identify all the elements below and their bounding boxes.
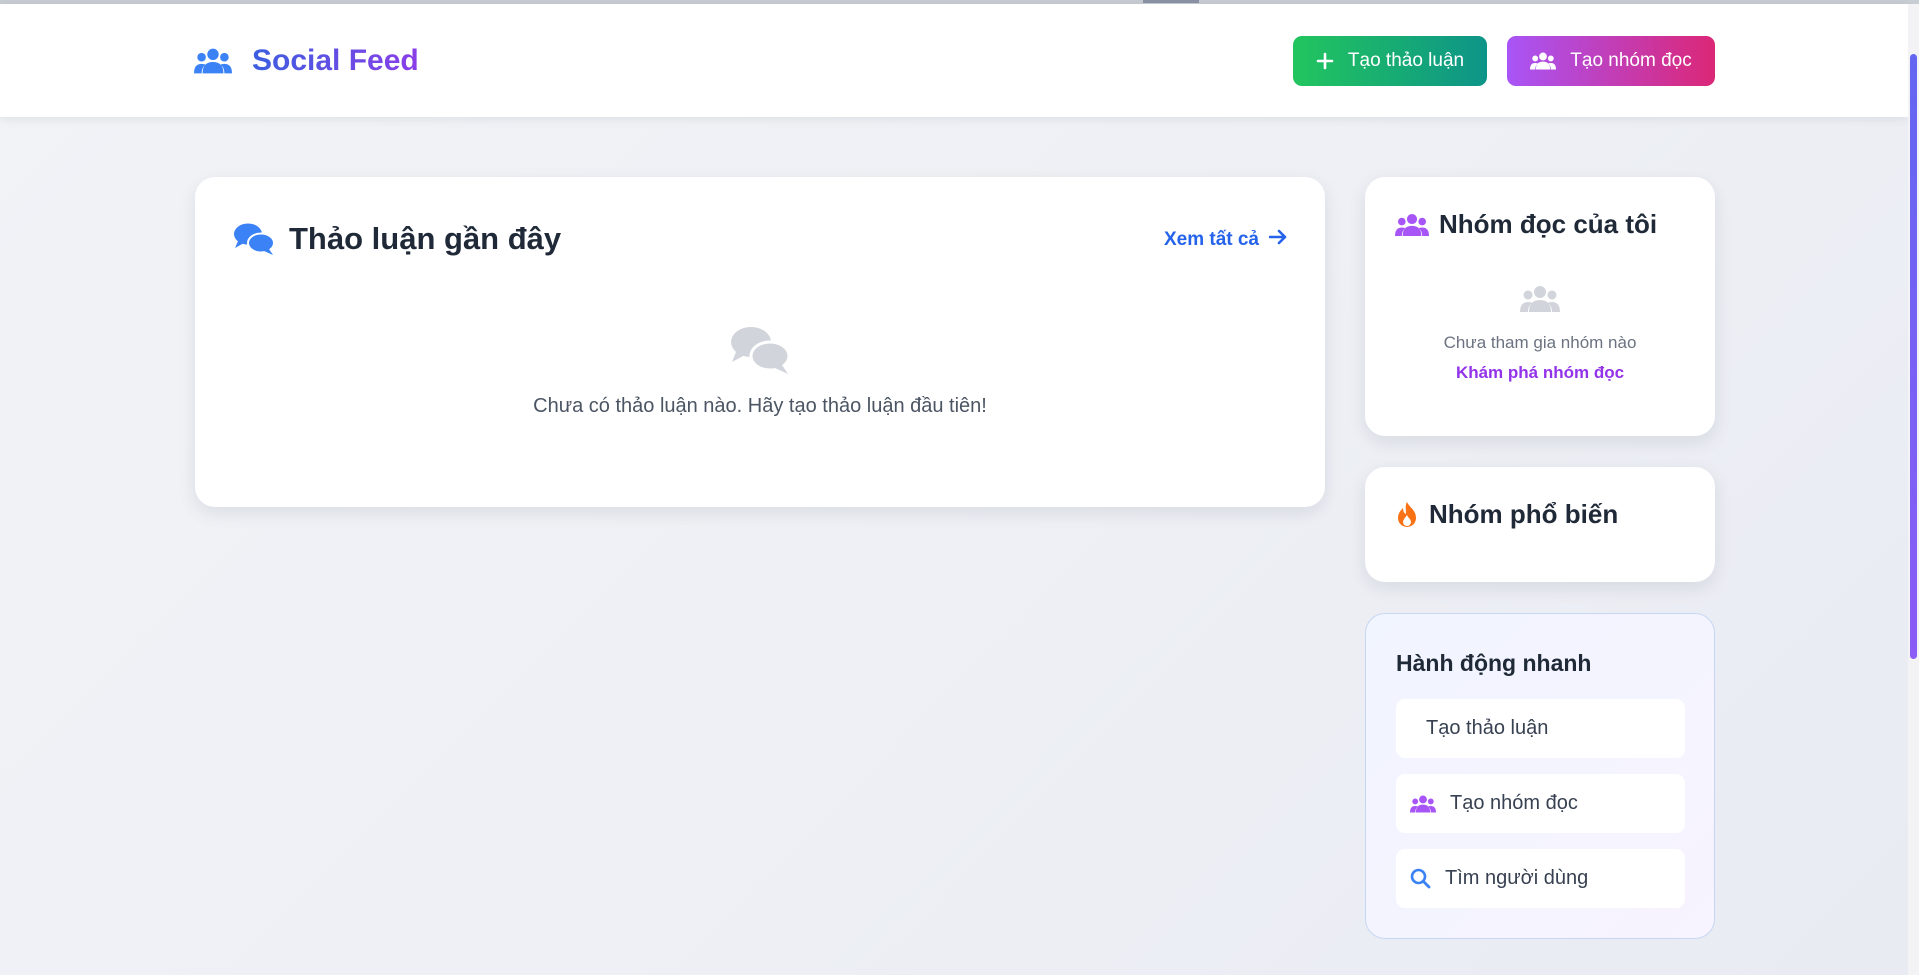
tab-indicator — [1143, 0, 1199, 3]
quick-actions-title: Hành động nhanh — [1396, 650, 1592, 676]
popular-groups-title: Nhóm phổ biến — [1429, 499, 1619, 529]
brand[interactable]: Social Feed — [194, 44, 419, 78]
recent-discussions-title: Thảo luận gần đây — [289, 221, 562, 256]
recent-empty-message: Chưa có thảo luận nào. Hãy tạo thảo luận… — [533, 395, 987, 417]
my-groups-card: Nhóm đọc của tôi Chưa tham gia nhóm nào … — [1365, 177, 1715, 436]
my-groups-title: Nhóm đọc của tôi — [1439, 209, 1658, 239]
explore-groups-link[interactable]: Khám phá nhóm đọc — [1456, 363, 1624, 382]
comments-icon — [731, 327, 791, 374]
users-icon — [1520, 286, 1560, 312]
quick-action-label: Tìm người dùng — [1445, 867, 1589, 889]
scrollbar-thumb[interactable] — [1910, 54, 1917, 659]
page-scrollbar[interactable] — [1908, 4, 1919, 975]
quick-action-create-group[interactable]: Tạo nhóm đọc — [1396, 774, 1685, 833]
comments-icon — [234, 223, 275, 255]
users-icon — [1410, 794, 1436, 814]
create-group-button[interactable]: Tạo nhóm đọc — [1507, 36, 1715, 86]
see-all-link[interactable]: Xem tất cả — [1164, 229, 1287, 251]
popular-groups-header: Nhóm phổ biến — [1395, 499, 1618, 530]
users-icon — [1395, 213, 1429, 236]
quick-action-label: Tạo nhóm đọc — [1450, 792, 1578, 814]
create-discussion-label: Tạo thảo luận — [1347, 50, 1465, 71]
quick-action-label: Tạo thảo luận — [1426, 717, 1549, 739]
quick-action-find-users[interactable]: Tìm người dùng — [1396, 849, 1685, 908]
brand-title: Social Feed — [252, 44, 419, 77]
quick-actions-card: Hành động nhanh Tạo thảo luận Tạo nhóm đ… — [1365, 613, 1715, 939]
users-icon — [1530, 51, 1557, 71]
arrow-right-icon — [1268, 229, 1287, 251]
recent-discussions-empty-state: Chưa có thảo luận nào. Hãy tạo thảo luận… — [195, 325, 1325, 418]
my-groups-empty-message: Chưa tham gia nhóm nào — [1443, 333, 1637, 352]
see-all-label: Xem tất cả — [1163, 229, 1259, 250]
my-groups-empty-state: Chưa tham gia nhóm nào Khám phá nhóm đọc — [1365, 283, 1715, 383]
search-icon — [1410, 868, 1431, 889]
create-discussion-button[interactable]: Tạo thảo luận — [1293, 36, 1487, 86]
top-navbar: Social Feed Tạo thảo luận Tạo nhóm đọc — [0, 4, 1908, 117]
popular-groups-card: Nhóm phổ biến — [1365, 467, 1715, 582]
recent-discussions-card: Thảo luận gần đây Xem tất cả Chưa có thả… — [195, 177, 1325, 507]
users-icon — [194, 48, 232, 74]
fire-icon — [1398, 501, 1416, 527]
plus-icon — [1316, 52, 1334, 70]
quick-action-create-discussion[interactable]: Tạo thảo luận — [1396, 699, 1685, 758]
recent-discussions-header: Thảo luận gần đây — [233, 221, 561, 257]
my-groups-header: Nhóm đọc của tôi — [1395, 209, 1657, 240]
create-group-label: Tạo nhóm đọc — [1570, 50, 1692, 71]
